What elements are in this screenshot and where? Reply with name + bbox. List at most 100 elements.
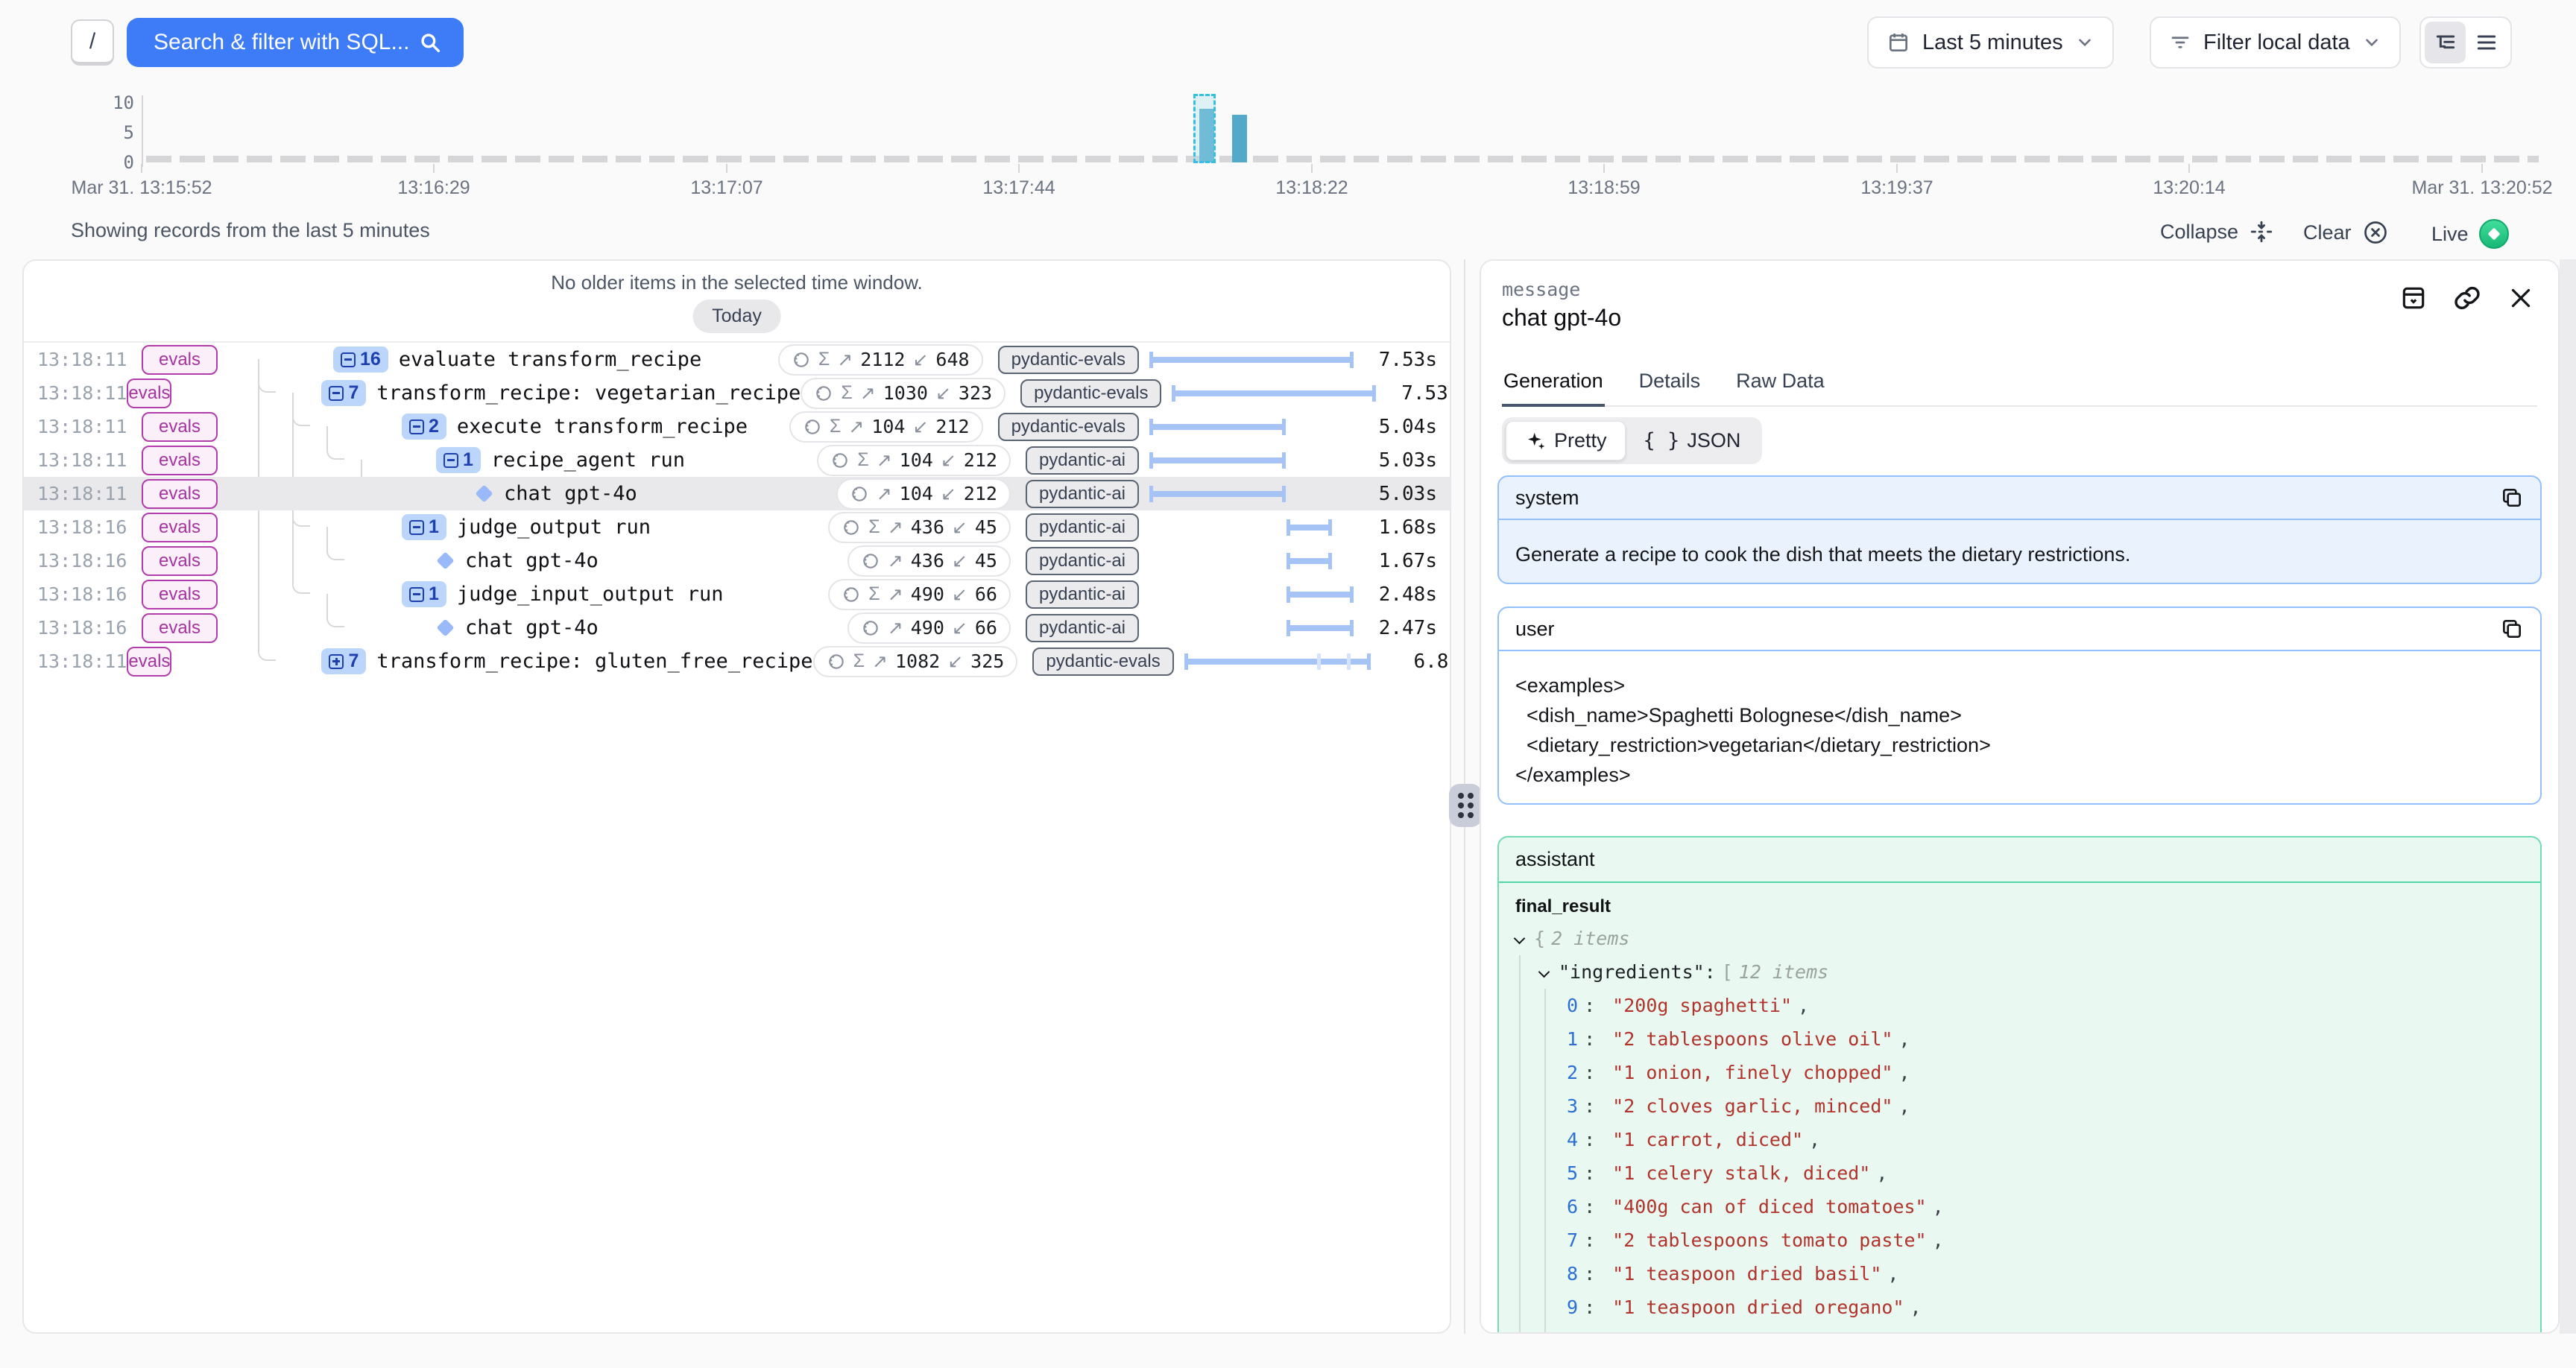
duration-text: 1.67s — [1354, 550, 1437, 572]
x-tick — [433, 164, 435, 173]
evals-badge[interactable]: evals — [142, 479, 218, 509]
final-result-label: final_result — [1499, 883, 2540, 917]
evals-badge[interactable]: evals — [142, 513, 218, 542]
time-range-dropdown[interactable]: Last 5 minutes — [1867, 16, 2114, 69]
coin-icon — [830, 451, 850, 470]
link-icon[interactable] — [2451, 282, 2484, 314]
duration-text: 5.03s — [1354, 449, 1437, 472]
trace-row[interactable]: 13:18:16 evals chat gpt-4o ↗436 ↙45 pyda… — [24, 544, 1450, 577]
live-toggle[interactable]: Live — [2431, 219, 2509, 249]
coin-icon — [850, 484, 869, 504]
duration-bar — [1172, 390, 1376, 396]
token-usage-pill: Σ ↗104 ↙212 — [789, 411, 983, 443]
row-timestamp: 13:18:16 — [37, 583, 142, 605]
dock-panel-icon[interactable] — [2397, 282, 2430, 314]
scope-tag[interactable]: pydantic-ai — [1026, 547, 1139, 575]
trace-row[interactable]: 13:18:11 evals 16 evaluate transform_rec… — [24, 343, 1450, 376]
duration-text: 7.53s — [1376, 382, 1451, 405]
span-name: chat gpt-4o — [504, 482, 637, 505]
scope-tag[interactable]: pydantic-ai — [1026, 614, 1139, 642]
scrollbar-track[interactable] — [2560, 259, 2576, 1334]
detail-title: chat gpt-4o — [1502, 304, 2537, 332]
tab-raw-data[interactable]: Raw Data — [1734, 362, 1826, 405]
trace-row[interactable]: 13:18:16 evals 1 judge_output run Σ ↗436… — [24, 510, 1450, 544]
panel-resize-handle[interactable] — [1449, 784, 1482, 827]
collapse-count-badge[interactable]: 1 — [402, 514, 446, 540]
tree-view-toggle[interactable] — [2425, 22, 2466, 63]
evals-badge[interactable]: evals — [142, 446, 218, 475]
trace-row[interactable]: 13:18:16 evals 1 judge_input_output run … — [24, 577, 1450, 611]
scope-tag[interactable]: pydantic-ai — [1026, 513, 1139, 542]
showing-records-text: Showing records from the last 5 minutes — [71, 219, 430, 242]
braces-icon: { } — [1644, 429, 1680, 452]
collapse-count-badge[interactable]: 16 — [333, 346, 388, 373]
x-tick — [1018, 164, 1020, 173]
copy-icon[interactable] — [2500, 486, 2524, 510]
detail-tabs: Generation Details Raw Data — [1502, 362, 2537, 407]
evals-badge[interactable]: evals — [142, 546, 218, 576]
scope-tag[interactable]: pydantic-evals — [1032, 647, 1173, 676]
scope-tag[interactable]: pydantic-evals — [998, 346, 1139, 374]
system-message-card: system Generate a recipe to cook the dis… — [1497, 475, 2542, 584]
tab-details[interactable]: Details — [1638, 362, 1702, 405]
evals-badge[interactable]: evals — [142, 345, 218, 375]
duration-bar — [1149, 491, 1286, 497]
leaf-diamond-icon — [475, 484, 493, 502]
evals-badge[interactable]: evals — [127, 379, 171, 408]
collapse-count-badge[interactable]: 7 — [321, 380, 366, 406]
trace-row-selected[interactable]: 13:18:11 evals chat gpt-4o ↗104 ↙212 pyd… — [24, 477, 1450, 510]
scope-tag[interactable]: pydantic-ai — [1026, 446, 1139, 475]
search-button[interactable]: Search & filter with SQL... — [127, 18, 464, 67]
histogram-bar[interactable] — [1232, 115, 1247, 162]
scope-tag[interactable]: pydantic-evals — [998, 413, 1139, 441]
copy-icon[interactable] — [2500, 617, 2524, 641]
evals-badge[interactable]: evals — [142, 580, 218, 609]
duration-bar — [1287, 625, 1354, 631]
json-key: "ingredients": — [1559, 961, 1716, 983]
trace-row[interactable]: 13:18:16 evals chat gpt-4o ↗490 ↙66 pyda… — [24, 611, 1450, 645]
trace-row[interactable]: 13:18:11 evals 2 execute transform_recip… — [24, 410, 1450, 443]
collapse-button[interactable]: Collapse — [2160, 219, 2274, 244]
x-tick — [2188, 164, 2190, 173]
evals-badge[interactable]: evals — [142, 613, 218, 643]
view-mode-toggle — [2419, 16, 2512, 69]
token-usage-pill: ↗490 ↙66 — [847, 612, 1011, 644]
collapse-count-badge[interactable]: 1 — [436, 447, 481, 473]
scope-tag[interactable]: pydantic-ai — [1026, 480, 1139, 508]
scope-tag[interactable]: pydantic-evals — [1020, 379, 1161, 408]
list-view-toggle[interactable] — [2466, 22, 2507, 63]
child-span-tick — [1317, 653, 1321, 670]
json-mode-button[interactable]: { } JSON — [1626, 421, 1759, 460]
collapse-count-badge[interactable]: 1 — [402, 581, 446, 607]
trace-row[interactable]: 13:18:11 evals 7 transform_recipe: glute… — [24, 645, 1450, 678]
trace-row[interactable]: 13:18:11 evals 1 recipe_agent run Σ ↗104… — [24, 443, 1450, 477]
waterfall-column — [1149, 477, 1354, 510]
item-count: 12 items — [1739, 961, 1828, 983]
trace-row[interactable]: 13:18:11 evals 7 transform_recipe: veget… — [24, 376, 1450, 410]
clear-button[interactable]: Clear — [2303, 219, 2389, 246]
evals-badge[interactable]: evals — [127, 647, 171, 677]
json-tree: {2 items "ingredients":[12 items 0: "200… — [1499, 917, 2540, 1334]
coin-icon — [803, 417, 822, 437]
row-timestamp: 13:18:11 — [37, 416, 142, 437]
scope-tag[interactable]: pydantic-ai — [1026, 580, 1139, 609]
record-kind-label: message — [1502, 279, 2537, 300]
duration-text: 2.48s — [1354, 583, 1437, 606]
json-array-item: 1: "2 tablespoons olive oil", — [1567, 1022, 2524, 1056]
clear-label: Clear — [2303, 221, 2352, 244]
token-usage-pill: Σ ↗1030 ↙323 — [801, 378, 1006, 409]
collapse-count-badge[interactable]: 2 — [402, 414, 446, 440]
chevron-down-icon[interactable] — [1538, 966, 1550, 978]
chevron-down-icon[interactable] — [1514, 933, 1526, 945]
expand-count-badge[interactable]: 7 — [321, 648, 366, 674]
evals-badge[interactable]: evals — [142, 412, 218, 442]
today-chip[interactable]: Today — [692, 300, 781, 333]
user-message-card: user <examples> <dish_name>Spaghetti Bol… — [1497, 607, 2542, 805]
pretty-mode-button[interactable]: Pretty — [1506, 421, 1626, 460]
filter-local-data-dropdown[interactable]: Filter local data — [2150, 16, 2401, 69]
status-bar: Showing records from the last 5 minutes … — [0, 216, 2576, 249]
tab-generation[interactable]: Generation — [1502, 362, 1605, 407]
close-icon[interactable] — [2504, 282, 2537, 314]
minus-square-icon — [409, 520, 424, 535]
x-tick-label: Mar 31. 13:20:52 — [2411, 177, 2552, 199]
